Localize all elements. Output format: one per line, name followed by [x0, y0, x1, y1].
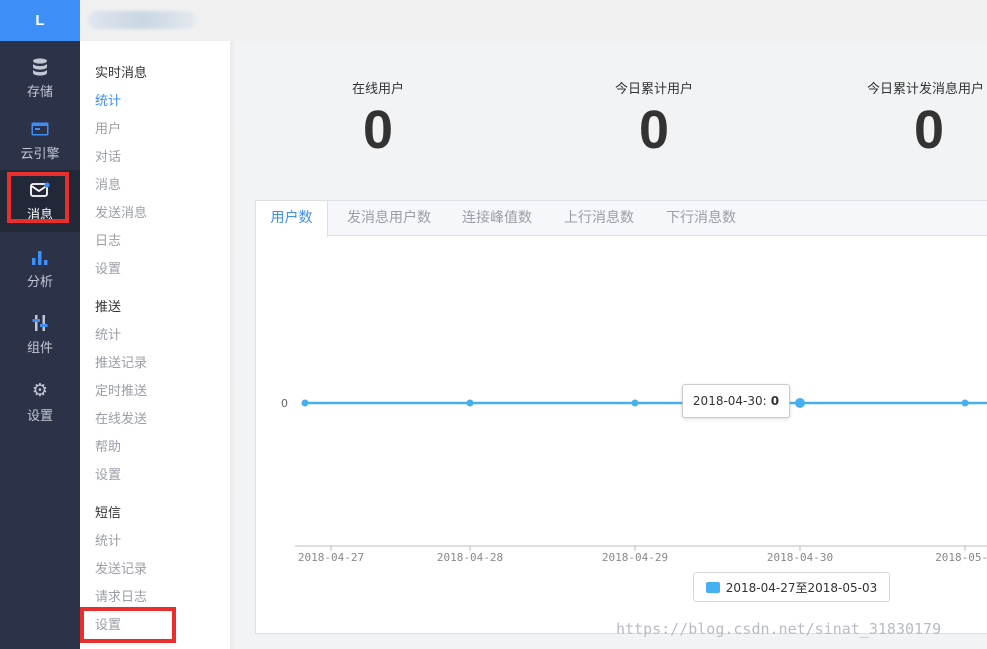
- menu-item-push-stats[interactable]: 统计: [95, 324, 121, 343]
- bar-chart-icon: [30, 247, 50, 267]
- menu-item-sms-records[interactable]: 发送记录: [95, 558, 147, 577]
- rail-item-label: 存储: [26, 84, 53, 100]
- blurred-app-name: [88, 11, 196, 29]
- side-menu: 实时消息 统计 用户 对话 消息 发送消息 日志 设置 推送 统计 推送记录 定…: [80, 41, 230, 649]
- menu-item-push-records[interactable]: 推送记录: [95, 352, 147, 371]
- menu-item-rt-send-message[interactable]: 发送消息: [95, 202, 147, 221]
- rail-item-messages[interactable]: 消息: [0, 170, 80, 232]
- menu-item-sms-settings[interactable]: 设置: [95, 614, 121, 633]
- rail-item-label: 分析: [26, 274, 53, 290]
- stat-online-users: 在线用户 0: [318, 78, 438, 157]
- rail-item-storage[interactable]: 存储: [0, 47, 80, 109]
- data-point: [631, 399, 639, 407]
- menu-item-push-online-send[interactable]: 在线发送: [95, 408, 147, 427]
- menu-group-title-push: 推送: [95, 300, 122, 315]
- menu-item-rt-stats[interactable]: 统计: [95, 90, 121, 109]
- menu-item-rt-conversations[interactable]: 对话: [95, 146, 121, 165]
- stat-label: 在线用户: [351, 82, 404, 97]
- chart-tooltip: 2018-04-30: 0: [682, 384, 790, 418]
- menu-item-push-help[interactable]: 帮助: [95, 436, 121, 455]
- stat-value: 0: [914, 100, 945, 157]
- app-logo[interactable]: L: [0, 0, 80, 41]
- x-tick-label: 2018-04-27: [298, 551, 364, 564]
- gear-icon: ⚙: [31, 380, 49, 401]
- stat-label: 今日累计用户: [614, 82, 693, 97]
- menu-item-sms-request-logs[interactable]: 请求日志: [95, 586, 147, 605]
- watermark: https://blog.csdn.net/sinat_31830179: [616, 620, 942, 638]
- menu-item-rt-settings[interactable]: 设置: [95, 258, 121, 277]
- menu-item-rt-logs[interactable]: 日志: [95, 230, 121, 249]
- menu-divider: [230, 41, 236, 649]
- data-point: [961, 399, 969, 407]
- stat-value: 0: [638, 100, 670, 160]
- database-icon: [30, 57, 50, 77]
- menu-group-title-sms: 短信: [95, 506, 122, 521]
- tab-peak-connections[interactable]: 连接峰值数: [452, 201, 542, 236]
- menu-item-sms-stats[interactable]: 统计: [95, 530, 121, 549]
- top-bar: [80, 0, 987, 41]
- stat-today-users: 今日累计用户 0: [584, 78, 724, 157]
- tooltip-date: 2018-04-30:: [692, 394, 767, 408]
- data-point: [795, 398, 805, 408]
- tab-downstream-messages[interactable]: 下行消息数: [656, 201, 746, 236]
- chart-legend[interactable]: 2018-04-27至2018-05-03: [693, 572, 890, 602]
- mail-icon: [30, 180, 50, 200]
- tooltip-value: 0: [770, 394, 780, 408]
- rail-item-label: 设置: [26, 408, 53, 424]
- left-rail: L 存储 云引擎 消息 分析 组件 ⚙ 设置: [0, 0, 80, 649]
- y-tick-label: 0: [281, 397, 288, 410]
- x-tick-label: 2018-04-29: [602, 551, 668, 564]
- rail-item-components[interactable]: 组件: [0, 303, 80, 365]
- tab-sender-count[interactable]: 发消息用户数: [336, 201, 442, 236]
- rail-item-cloud-engine[interactable]: 云引擎: [0, 109, 80, 171]
- x-tick-label: 2018-04-28: [437, 551, 503, 564]
- stat-value: 0: [362, 100, 394, 160]
- x-tick-label: 2018-05-0: [935, 551, 987, 564]
- line-chart: 0 2018-04-27 2018-04-28 2018-04-29 2018-04-3…: [281, 397, 987, 564]
- server-window-icon: [30, 119, 50, 139]
- tab-upstream-messages[interactable]: 上行消息数: [554, 201, 644, 236]
- menu-group-title-realtime: 实时消息: [95, 66, 148, 81]
- data-point: [301, 399, 309, 407]
- stat-today-message-users: 今日累计发消息用户 0: [862, 78, 987, 157]
- menu-item-push-settings[interactable]: 设置: [95, 464, 121, 483]
- rail-item-analytics[interactable]: 分析: [0, 237, 80, 299]
- metric-tabs: 用户数 发消息用户数 连接峰值数 上行消息数 下行消息数: [256, 201, 987, 237]
- x-tick-label: 2018-04-30: [767, 551, 833, 564]
- rail-item-label: 云引擎: [20, 146, 60, 162]
- stat-label: 今日累计发消息用户: [867, 82, 985, 97]
- menu-item-rt-users[interactable]: 用户: [95, 118, 121, 137]
- tab-user-count[interactable]: 用户数: [256, 201, 328, 237]
- rail-item-label: 消息: [26, 207, 53, 223]
- legend-label: 2018-04-27至2018-05-03: [725, 580, 878, 595]
- data-point: [466, 399, 474, 407]
- menu-item-rt-messages[interactable]: 消息: [95, 174, 121, 193]
- rail-item-settings[interactable]: ⚙ 设置: [0, 371, 80, 433]
- sliders-icon: [30, 313, 50, 333]
- menu-item-push-scheduled[interactable]: 定时推送: [95, 380, 147, 399]
- rail-item-label: 组件: [26, 340, 53, 356]
- legend-swatch: [705, 581, 720, 593]
